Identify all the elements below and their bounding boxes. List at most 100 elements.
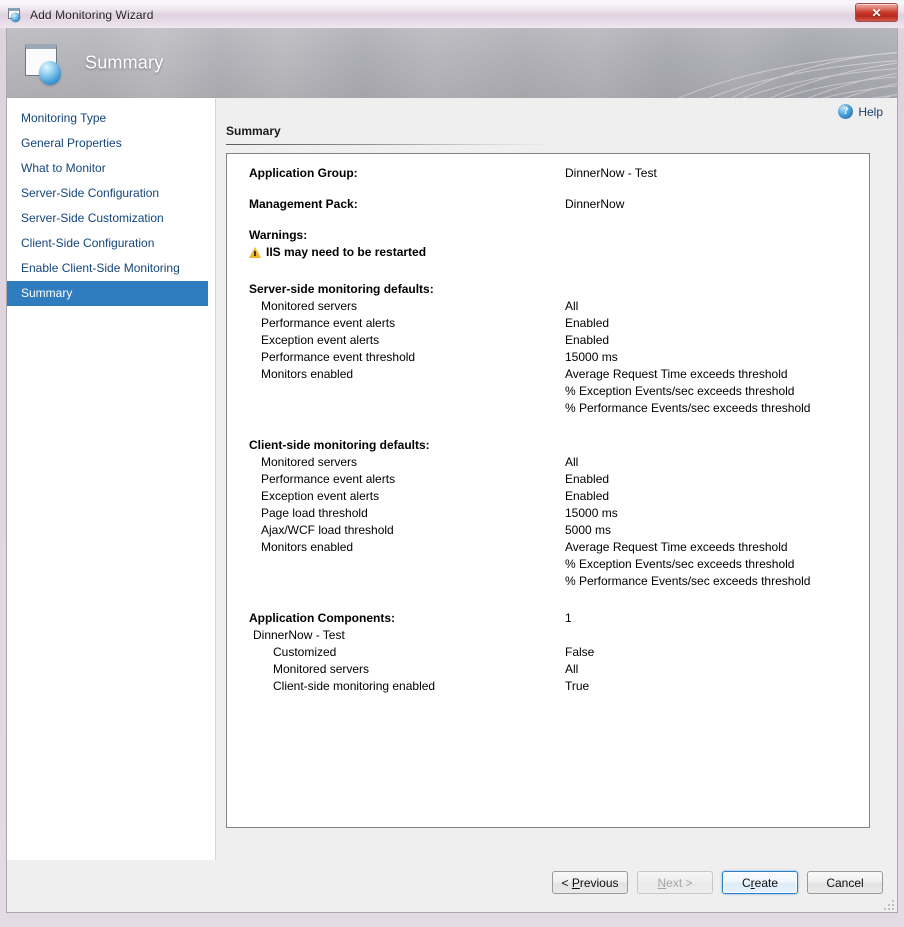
wizard-step-sidebar: Monitoring Type General Properties What … [7, 98, 216, 860]
table-row: Monitored servers All [249, 661, 869, 678]
application-components-heading: Application Components: [249, 610, 565, 627]
help-question-icon: ? [838, 104, 853, 119]
banner-title: Summary [85, 53, 163, 74]
row-value: Enabled [565, 315, 869, 332]
warnings-heading-row: Warnings: [249, 227, 869, 244]
create-button[interactable]: Create [722, 871, 798, 894]
table-row: Performance event threshold 15000 ms [249, 349, 869, 366]
table-row: % Exception Events/sec exceeds threshold [249, 383, 869, 400]
create-button-label: Create [742, 876, 778, 890]
table-row: Performance event alerts Enabled [249, 471, 869, 488]
warning-triangle-icon [249, 247, 261, 258]
row-label: Page load threshold [249, 505, 565, 522]
help-link[interactable]: ? Help [838, 104, 883, 119]
row-value: Enabled [565, 488, 869, 505]
close-button[interactable]: ✕ [855, 3, 898, 22]
close-icon: ✕ [871, 7, 881, 19]
page-title: Summary [226, 124, 281, 138]
management-pack-label: Management Pack: [249, 196, 565, 213]
table-row: Client-side monitoring enabled True [249, 678, 869, 695]
title-bar: Add Monitoring Wizard ✕ [0, 0, 904, 28]
table-row: Page load threshold 15000 ms [249, 505, 869, 522]
application-group-value: DinnerNow - Test [565, 165, 869, 182]
sidebar-item-summary[interactable]: Summary [7, 281, 208, 306]
server-side-heading: Server-side monitoring defaults: [249, 281, 565, 298]
resize-grip-icon[interactable] [882, 898, 894, 910]
row-label: Exception event alerts [249, 332, 565, 349]
wizard-page-icon [25, 44, 69, 86]
previous-button[interactable]: < Previous [552, 871, 628, 894]
row-value: Average Request Time exceeds threshold [565, 539, 869, 556]
row-label [249, 556, 565, 573]
row-label: Monitors enabled [249, 539, 565, 556]
row-label: Monitors enabled [249, 366, 565, 383]
row-value: False [565, 644, 869, 661]
component-name-row: DinnerNow - Test [249, 627, 869, 644]
server-side-heading-row: Server-side monitoring defaults: [249, 281, 869, 298]
row-label: Monitored servers [249, 661, 565, 678]
sidebar-item-general-properties[interactable]: General Properties [7, 131, 215, 156]
row-label: Customized [249, 644, 565, 661]
cancel-button[interactable]: Cancel [807, 871, 883, 894]
sidebar-item-server-side-configuration[interactable]: Server-Side Configuration [7, 181, 215, 206]
table-row: Exception event alerts Enabled [249, 488, 869, 505]
row-value: All [565, 298, 869, 315]
cancel-button-label: Cancel [826, 876, 863, 890]
table-row: % Performance Events/sec exceeds thresho… [249, 573, 869, 590]
row-value: All [565, 454, 869, 471]
table-row: Performance event alerts Enabled [249, 315, 869, 332]
client-side-heading-row: Client-side monitoring defaults: [249, 437, 869, 454]
application-group-label: Application Group: [249, 165, 565, 182]
row-value: Enabled [565, 471, 869, 488]
row-label: Exception event alerts [249, 488, 565, 505]
footer-button-bar: < Previous Next > Create Cancel [7, 860, 897, 912]
next-button[interactable]: Next > [637, 871, 713, 894]
warning-text: IIS may need to be restarted [266, 244, 426, 261]
table-row: Monitors enabled Average Request Time ex… [249, 366, 869, 383]
table-row: Monitored servers All [249, 454, 869, 471]
row-value: % Exception Events/sec exceeds threshold [565, 556, 869, 573]
row-value: 15000 ms [565, 349, 869, 366]
table-row: % Performance Events/sec exceeds thresho… [249, 400, 869, 417]
sidebar-item-enable-client-side-monitoring[interactable]: Enable Client-Side Monitoring [7, 256, 215, 281]
warning-item: IIS may need to be restarted [249, 244, 869, 261]
summary-panel: Application Group: DinnerNow - Test Mana… [226, 153, 870, 828]
component-name: DinnerNow - Test [253, 627, 569, 644]
row-value: % Exception Events/sec exceeds threshold [565, 383, 869, 400]
management-pack-value: DinnerNow [565, 196, 869, 213]
row-label: Monitored servers [249, 454, 565, 471]
help-label: Help [858, 105, 883, 119]
row-label: Monitored servers [249, 298, 565, 315]
summary-rows: Application Group: DinnerNow - Test Mana… [227, 154, 869, 695]
content-pane: ? Help Summary Application Group: Dinner… [217, 98, 898, 860]
row-label [249, 573, 565, 590]
row-value: % Performance Events/sec exceeds thresho… [565, 400, 869, 417]
next-button-label: Next > [657, 876, 692, 890]
table-row: Customized False [249, 644, 869, 661]
row-label [249, 400, 565, 417]
row-value: % Performance Events/sec exceeds thresho… [565, 573, 869, 590]
row-value: Enabled [565, 332, 869, 349]
row-value: True [565, 678, 869, 695]
sidebar-item-what-to-monitor[interactable]: What to Monitor [7, 156, 215, 181]
window-title: Add Monitoring Wizard [30, 8, 153, 22]
table-row: Application Group: DinnerNow - Test [249, 165, 869, 182]
globe-mesh-decoration [607, 28, 897, 98]
window-client-area: Summary Monitoring Type General Properti… [6, 28, 898, 913]
application-components-heading-row: Application Components: 1 [249, 610, 869, 627]
table-row: Monitors enabled Average Request Time ex… [249, 539, 869, 556]
sidebar-item-server-side-customization[interactable]: Server-Side Customization [7, 206, 215, 231]
page-banner: Summary [7, 28, 897, 98]
sidebar-item-monitoring-type[interactable]: Monitoring Type [7, 106, 215, 131]
row-label: Performance event alerts [249, 471, 565, 488]
row-value: 5000 ms [565, 522, 869, 539]
row-value: All [565, 661, 869, 678]
table-row: Management Pack: DinnerNow [249, 196, 869, 213]
row-label: Ajax/WCF load threshold [249, 522, 565, 539]
sidebar-item-client-side-configuration[interactable]: Client-Side Configuration [7, 231, 215, 256]
row-value: Average Request Time exceeds threshold [565, 366, 869, 383]
table-row: Exception event alerts Enabled [249, 332, 869, 349]
application-components-count: 1 [565, 610, 869, 627]
body-split: Monitoring Type General Properties What … [7, 98, 897, 860]
table-row: % Exception Events/sec exceeds threshold [249, 556, 869, 573]
